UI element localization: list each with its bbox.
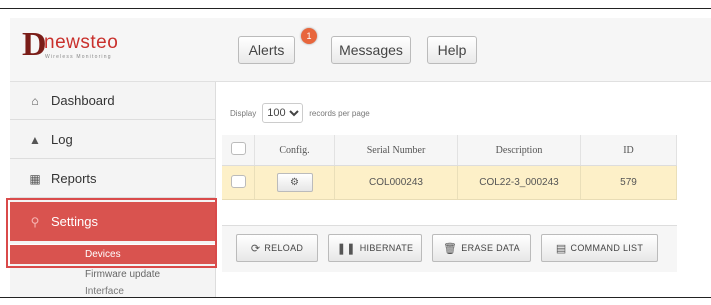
row-select-cell xyxy=(222,165,255,200)
bottom-rule xyxy=(0,297,711,298)
logo-tagline: Wireless Monitoring xyxy=(45,54,112,60)
select-all-header xyxy=(222,135,255,166)
sidebar-item-reports[interactable]: ▦ Reports xyxy=(10,160,215,198)
sidebar-item-label: Log xyxy=(51,132,73,147)
logo-mark: D xyxy=(22,26,47,63)
sidebar-item-log[interactable]: ▲ Log xyxy=(10,121,215,159)
hibernate-label: HIBERNATE xyxy=(359,243,414,253)
command-list-button[interactable]: ▤ COMMAND LIST xyxy=(541,234,658,262)
description-cell: COL22-3_000243 xyxy=(457,165,581,200)
column-header-id[interactable]: ID xyxy=(580,135,677,166)
sidebar-item-dashboard[interactable]: ⌂ Dashboard xyxy=(10,82,215,120)
trash-icon: 🗑 xyxy=(443,242,458,255)
sidebar-item-label: Reports xyxy=(51,171,97,186)
reload-icon: ⟳ xyxy=(250,242,261,255)
page-size-select[interactable]: 100 xyxy=(262,103,304,123)
config-button[interactable]: ⚙ xyxy=(276,173,313,192)
column-header-config[interactable]: Config. xyxy=(254,135,335,166)
home-icon: ⌂ xyxy=(31,93,39,108)
config-cell: ⚙ xyxy=(254,165,335,200)
sidebar-item-label: Dashboard xyxy=(51,93,115,108)
hibernate-button[interactable]: ❚❚ HIBERNATE xyxy=(328,234,422,262)
column-header-serial[interactable]: Serial Number xyxy=(334,135,458,166)
tree-icon: ▲ xyxy=(29,132,41,147)
messages-button[interactable]: Messages xyxy=(331,36,411,64)
display-prefix: Display xyxy=(230,108,257,118)
devices-table: Config. Serial Number Description ID ⚙ C… xyxy=(222,135,677,200)
list-icon: ▤ xyxy=(555,242,567,255)
table-header-row: Config. Serial Number Description ID xyxy=(222,135,677,166)
display-suffix: records per page xyxy=(309,108,370,118)
table-row[interactable]: ⚙ COL000243 COL22-3_000243 579 xyxy=(222,165,677,200)
column-header-description[interactable]: Description xyxy=(457,135,581,166)
gear-icon: ⚙ xyxy=(290,177,299,188)
briefcase-icon: ▦ xyxy=(29,171,41,186)
select-all-checkbox[interactable] xyxy=(230,142,246,155)
logo-wordmark: newsteo xyxy=(44,32,119,53)
reload-button[interactable]: ⟳ RELOAD xyxy=(236,234,318,262)
alerts-button[interactable]: Alerts xyxy=(238,36,295,64)
page-size-control: Display 100 records per page xyxy=(230,103,370,123)
help-button[interactable]: Help xyxy=(427,36,477,64)
sidebar-subitem-interface[interactable]: Interface xyxy=(10,286,215,297)
command-list-label: COMMAND LIST xyxy=(570,243,644,253)
erase-data-button[interactable]: 🗑 ERASE DATA xyxy=(432,234,531,262)
reload-label: RELOAD xyxy=(264,243,304,253)
row-checkbox[interactable] xyxy=(230,174,246,188)
newsteo-logo[interactable]: D newsteo Wireless Monitoring xyxy=(22,28,142,62)
erase-data-label: ERASE DATA xyxy=(461,243,520,253)
serial-cell: COL000243 xyxy=(334,165,458,200)
pause-icon: ❚❚ xyxy=(336,242,356,255)
top-rule xyxy=(0,8,711,9)
alerts-badge: 1 xyxy=(301,28,317,44)
id-cell: 579 xyxy=(580,165,677,200)
settings-highlight-box xyxy=(6,198,217,268)
